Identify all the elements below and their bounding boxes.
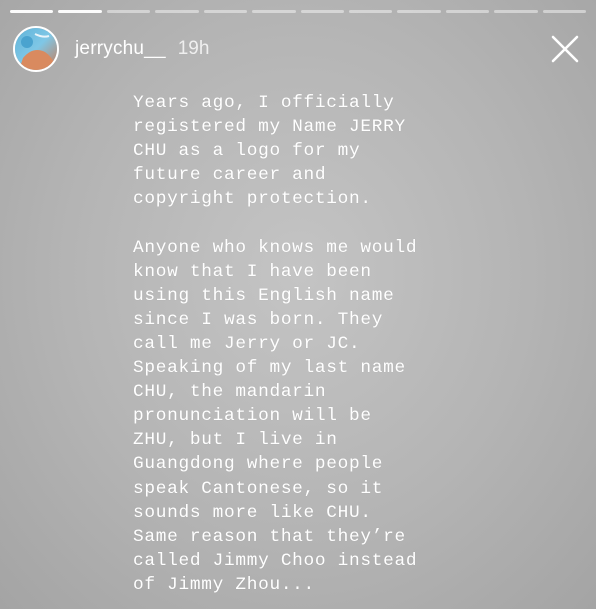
story-header: jerrychu__ 19h xyxy=(13,26,583,72)
progress-segment xyxy=(542,10,587,13)
story-timestamp: 19h xyxy=(177,38,210,59)
story-progress-bar xyxy=(10,10,587,13)
progress-segment xyxy=(106,10,151,13)
progress-segment xyxy=(203,10,248,13)
progress-segment xyxy=(494,10,538,13)
story-text: Years ago, I officially registered my Na… xyxy=(133,93,418,595)
progress-segment xyxy=(58,10,102,13)
close-button[interactable] xyxy=(549,33,581,65)
progress-segment xyxy=(348,10,393,13)
story-viewer: jerrychu__ 19h Years ago, I officially r… xyxy=(0,0,596,609)
username[interactable]: jerrychu__ xyxy=(75,38,166,60)
progress-segment xyxy=(10,10,54,13)
progress-segment xyxy=(397,10,441,13)
progress-segment xyxy=(155,10,199,13)
close-x-icon xyxy=(551,35,579,63)
progress-segment xyxy=(252,10,296,13)
profile-avatar-icon xyxy=(15,28,57,70)
progress-segment xyxy=(300,10,344,13)
progress-segment xyxy=(445,10,490,13)
avatar[interactable] xyxy=(13,26,59,72)
